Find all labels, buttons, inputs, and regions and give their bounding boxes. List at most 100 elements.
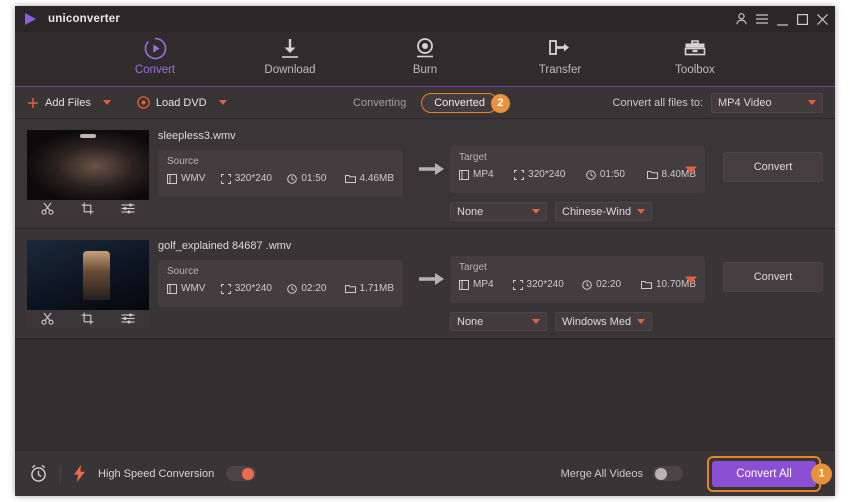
bottom-left-group: High Speed Conversion — [29, 464, 257, 483]
convert-button[interactable]: Convert — [723, 152, 823, 182]
merge-all-videos-toggle[interactable] — [653, 466, 683, 481]
audio-track-value: Windows Medi... — [562, 315, 631, 328]
folder-icon — [344, 174, 356, 184]
hamburger-menu-icon[interactable] — [756, 14, 768, 24]
tab-converting[interactable]: Converting — [340, 93, 419, 113]
target-box: Target MP4 320*240 02:20 10.70MB — [450, 256, 705, 303]
file-info: golf_explained 84687 .wmv Source WMV 320… — [149, 229, 414, 338]
target-format-dropdown-caret[interactable] — [685, 166, 697, 173]
target-title: Target — [459, 262, 487, 273]
convert-button[interactable]: Convert — [723, 262, 823, 292]
nav-item-convert[interactable]: Convert — [113, 36, 197, 76]
high-speed-toggle[interactable] — [226, 466, 257, 481]
target-box: Target MP4 320*240 01:50 8.40MB — [450, 146, 705, 193]
convert-all-to-select[interactable]: MP4 Video — [711, 92, 823, 113]
convert-all-to-label: Convert all files to: — [612, 96, 703, 109]
resize-icon — [220, 283, 231, 294]
source-box: Source WMV 320*240 02:20 1.71MB — [158, 260, 403, 307]
transfer-device-icon — [548, 36, 572, 60]
close-icon[interactable] — [817, 13, 828, 25]
source-size: 4.46MB — [344, 173, 394, 184]
convert-all-to-group: Convert all files to: MP4 Video — [612, 92, 823, 113]
source-meta: WMV 320*240 01:50 4.46MB — [167, 173, 394, 184]
title-bar: uniconverter — [15, 6, 835, 32]
chevron-down-icon[interactable] — [808, 100, 816, 105]
video-thumbnail — [27, 129, 149, 200]
convert-all-to-value: MP4 Video — [718, 96, 772, 109]
file-info: sleepless3.wmv Source WMV 320*240 01:50 … — [149, 119, 414, 228]
source-duration: 01:50 — [287, 173, 344, 184]
effects-sliders-icon[interactable] — [121, 202, 135, 215]
format-value: WMV — [181, 283, 206, 294]
source-box: Source WMV 320*240 01:50 4.46MB — [158, 150, 403, 197]
window-controls — [736, 6, 828, 32]
video-thumbnail — [27, 239, 149, 310]
source-resolution: 320*240 — [220, 283, 288, 294]
clock-icon — [287, 283, 298, 294]
duration-value: 01:50 — [599, 169, 625, 180]
chevron-down-icon[interactable] — [637, 209, 645, 214]
trim-scissors-icon[interactable] — [41, 312, 54, 325]
resolution-value: 320*240 — [234, 173, 272, 184]
file-name: sleepless3.wmv — [158, 130, 236, 142]
status-tabs: Converting Converted 2 — [340, 93, 510, 113]
play-triangle-icon — [24, 12, 40, 27]
chevron-down-icon[interactable] — [637, 319, 645, 324]
tab-converted[interactable]: Converted — [421, 93, 498, 113]
nav-item-toolbox[interactable]: Toolbox — [653, 36, 737, 76]
folder-icon — [640, 280, 652, 290]
nav-item-transfer[interactable]: Transfer — [518, 36, 602, 76]
target-format: MP4 — [459, 169, 514, 180]
table-row[interactable]: golf_explained 84687 .wmv Source WMV 320… — [15, 229, 835, 339]
target-format-dropdown-caret[interactable] — [685, 276, 697, 283]
disc-icon — [137, 96, 150, 109]
audio-track-select[interactable]: Chinese-Windo... — [555, 202, 652, 221]
table-row[interactable]: sleepless3.wmv Source WMV 320*240 01:50 … — [15, 119, 835, 229]
alarm-clock-icon[interactable] — [29, 464, 48, 483]
clock-icon — [287, 173, 298, 184]
crop-icon[interactable] — [81, 202, 94, 215]
trim-scissors-icon[interactable] — [41, 202, 54, 215]
subtitle-select[interactable]: None — [450, 202, 547, 221]
divider — [60, 464, 61, 483]
clock-icon — [586, 169, 596, 180]
subtitle-value: None — [457, 315, 484, 328]
nav-label: Convert — [134, 64, 176, 76]
convert-all-button[interactable]: Convert All — [712, 460, 816, 487]
account-icon[interactable] — [736, 13, 747, 25]
load-dvd-dropdown-caret[interactable] — [218, 100, 227, 105]
add-files-dropdown-caret[interactable] — [102, 100, 111, 105]
nav-item-burn[interactable]: Burn — [383, 36, 467, 76]
chevron-down-icon[interactable] — [532, 319, 540, 324]
nav-item-download[interactable]: Download — [248, 36, 332, 76]
target-resolution: 320*240 — [512, 279, 583, 290]
folder-icon — [344, 284, 356, 294]
source-title: Source — [167, 156, 199, 167]
load-dvd-button[interactable]: Load DVD — [137, 96, 207, 109]
thumbnail-group — [27, 239, 149, 328]
nav-label: Download — [264, 64, 316, 76]
subtitle-select[interactable]: None — [450, 312, 547, 331]
high-speed-label: High Speed Conversion — [98, 467, 215, 480]
thumbnail-tools — [27, 309, 149, 328]
add-files-button[interactable]: Add Files — [27, 97, 91, 109]
film-icon — [459, 279, 469, 290]
resolution-value: 320*240 — [528, 169, 566, 180]
crop-icon[interactable] — [81, 312, 94, 325]
resolution-value: 320*240 — [234, 283, 272, 294]
audio-track-select[interactable]: Windows Medi... — [555, 312, 652, 331]
format-value: MP4 — [473, 279, 494, 290]
subtitle-value: None — [457, 205, 484, 218]
minimize-icon[interactable] — [777, 17, 788, 28]
effects-sliders-icon[interactable] — [121, 312, 135, 325]
chevron-down-icon[interactable] — [532, 209, 540, 214]
maximize-icon[interactable] — [797, 13, 808, 25]
duration-value: 02:20 — [301, 283, 327, 294]
format-value: MP4 — [473, 169, 494, 180]
bottom-right-group: Merge All Videos Convert All 1 — [561, 455, 832, 492]
source-duration: 02:20 — [287, 283, 344, 294]
conversion-arrow-icon — [414, 162, 450, 176]
resize-icon — [220, 173, 231, 184]
size-value: 1.71MB — [359, 283, 394, 294]
app-window: uniconverter Convert Download Burn Trans… — [15, 6, 835, 496]
